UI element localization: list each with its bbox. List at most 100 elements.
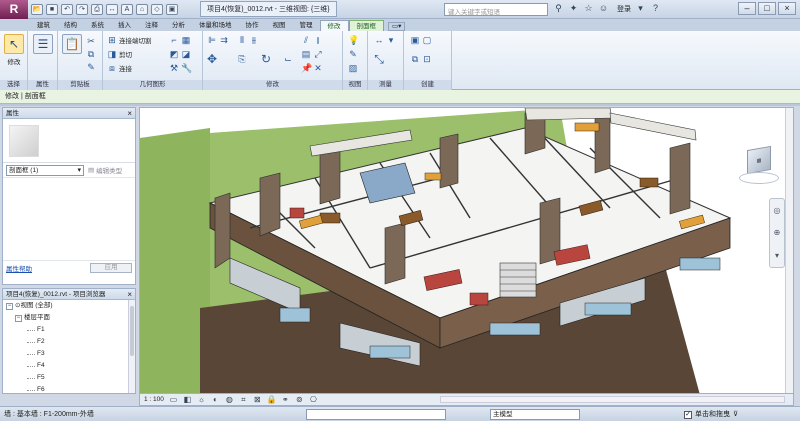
trim-button[interactable]: ⌙: [283, 53, 293, 64]
tab-modify[interactable]: 修改: [319, 20, 349, 31]
match-button[interactable]: ✎: [86, 61, 96, 72]
apply-button[interactable]: 应用: [90, 263, 132, 273]
favorites-icon[interactable]: ☆: [583, 3, 594, 14]
render-icon[interactable]: ◍: [225, 395, 234, 404]
search-input[interactable]: 键入关键字或短语: [444, 3, 548, 16]
minimize-button[interactable]: –: [738, 2, 756, 15]
dimension-button[interactable]: ⤡: [374, 53, 384, 65]
override-button[interactable]: ✎: [348, 48, 358, 59]
geometry-tool-3[interactable]: ⚒ 🔧: [169, 62, 192, 73]
tab-structure[interactable]: 结构: [57, 20, 84, 31]
login-label[interactable]: 登录: [617, 4, 631, 14]
browser-scrollbar[interactable]: [128, 300, 135, 393]
mirror-button[interactable]: ⫴ ⫵: [237, 34, 259, 45]
edit-type-button[interactable]: ▤ 编辑类型: [88, 165, 122, 175]
array-button[interactable]: ▤ ⤢: [301, 48, 323, 59]
geometry-tool-1[interactable]: ⌐ ▦: [169, 34, 191, 45]
tab-analyze[interactable]: 分析: [165, 20, 192, 31]
ribbon-toggle-button[interactable]: ▭▾: [388, 22, 406, 31]
undo-icon[interactable]: ↶: [61, 3, 73, 15]
help-icon[interactable]: ?: [650, 3, 661, 14]
model-selector[interactable]: 主模型: [490, 409, 580, 420]
rotate-button[interactable]: ↻: [261, 53, 271, 65]
user-icon[interactable]: ☺: [598, 3, 609, 14]
tree-item-f4[interactable]: F4: [3, 360, 135, 372]
tab-massing-site[interactable]: 体量和场地: [192, 20, 239, 31]
copy-modify-button[interactable]: ⎘: [237, 53, 247, 64]
hide-button[interactable]: 💡: [348, 34, 359, 45]
create-parts-button[interactable]: ⧉ ⊡: [410, 53, 432, 64]
create-group-button[interactable]: ▣ ▢: [410, 34, 432, 45]
save-icon[interactable]: ■: [46, 3, 58, 15]
tree-item-f2[interactable]: F2: [3, 336, 135, 348]
view-scale[interactable]: 1 : 100: [144, 396, 164, 403]
measure-icon[interactable]: ↔: [106, 3, 118, 15]
zoom-icon[interactable]: ⊕: [774, 228, 781, 237]
paste-button[interactable]: 📋: [61, 34, 83, 54]
collapse-icon[interactable]: −: [15, 314, 22, 322]
tab-collaborate[interactable]: 协作: [239, 20, 266, 31]
modify-button[interactable]: ↖ 修改: [3, 34, 25, 66]
shadows-icon[interactable]: ◐: [211, 395, 220, 404]
tab-section-box[interactable]: 剖面框: [348, 20, 384, 31]
tree-item-f6[interactable]: F6: [3, 384, 135, 393]
tree-root[interactable]: − ⊙ 视图 (全部): [3, 300, 135, 312]
reveal-hidden-icon[interactable]: ⊚: [295, 395, 304, 404]
3d-view-icon[interactable]: ⌂: [136, 3, 148, 15]
chevron-down-icon[interactable]: ▾: [775, 251, 779, 260]
close-button[interactable]: ×: [778, 2, 796, 15]
sun-path-icon[interactable]: ☼: [197, 395, 206, 404]
split-button[interactable]: ⫽ ⫾: [301, 34, 323, 45]
tree-floor-plans[interactable]: − 楼层平面: [3, 312, 135, 324]
pin-button[interactable]: 📌 ✕: [301, 62, 323, 73]
collapse-icon[interactable]: −: [6, 302, 13, 310]
building-model[interactable]: [140, 108, 794, 394]
measure-button[interactable]: ↔ ▾: [374, 34, 396, 45]
move-button[interactable]: ✥: [207, 53, 217, 65]
properties-help-link[interactable]: 属性帮助: [6, 263, 32, 273]
scrollbar-thumb[interactable]: [130, 306, 134, 356]
geometry-tool-2[interactable]: ◩ ◪: [169, 48, 191, 59]
tab-manage[interactable]: 管理: [293, 20, 320, 31]
detail-level-icon[interactable]: ▭: [169, 395, 178, 404]
type-selector[interactable]: 剖面框 (1): [6, 164, 84, 176]
click-drag-checkbox[interactable]: ✓: [684, 410, 692, 419]
close-icon[interactable]: ×: [127, 289, 132, 300]
tab-annotate[interactable]: 注释: [138, 20, 165, 31]
3d-view-canvas[interactable]: × ▩ ◎ ⊕ ▾: [139, 107, 794, 394]
cut-clip-button[interactable]: ✂: [86, 35, 96, 46]
join-cut-button[interactable]: ⊞ 连接端切割: [107, 34, 151, 45]
subscription-icon[interactable]: ✦: [568, 3, 579, 14]
tab-view[interactable]: 视图: [266, 20, 293, 31]
steering-wheel-icon[interactable]: ◎: [774, 206, 781, 215]
binoculars-icon[interactable]: ⚲: [553, 3, 564, 14]
connect-button[interactable]: ⧈ 连接: [107, 62, 132, 73]
hide-isolate-icon[interactable]: ⚭: [281, 395, 290, 404]
viewcube-compass[interactable]: [739, 172, 779, 184]
show-crop-icon[interactable]: ⊠: [253, 395, 262, 404]
section-icon[interactable]: ◇: [151, 3, 163, 15]
view-scrollbar[interactable]: [785, 108, 793, 393]
close-icon[interactable]: ×: [127, 108, 132, 119]
lock-view-icon[interactable]: 🔒: [267, 395, 277, 404]
analytical-model-icon[interactable]: ⎔: [309, 395, 318, 404]
filter-icon[interactable]: ⊽: [733, 407, 738, 421]
open-icon[interactable]: 📂: [31, 3, 43, 15]
tree-item-f5[interactable]: F5: [3, 372, 135, 384]
tree-item-f3[interactable]: F3: [3, 348, 135, 360]
tab-insert[interactable]: 插入: [111, 20, 138, 31]
redo-icon[interactable]: ↷: [76, 3, 88, 15]
maximize-button[interactable]: □: [758, 2, 776, 15]
close-hidden-icon[interactable]: ▣: [166, 3, 178, 15]
visual-style-icon[interactable]: ◧: [183, 395, 192, 404]
tab-systems[interactable]: 系统: [84, 20, 111, 31]
application-menu-button[interactable]: R: [0, 0, 28, 19]
print-icon[interactable]: ⎙: [91, 3, 103, 15]
text-icon[interactable]: A: [121, 3, 133, 15]
horizontal-scrollbar[interactable]: [440, 396, 785, 403]
properties-button[interactable]: ☰: [32, 34, 54, 54]
tab-architecture[interactable]: 建筑: [30, 20, 57, 31]
copy-button[interactable]: ⧉: [86, 48, 96, 59]
tree-item-f1[interactable]: F1: [3, 324, 135, 336]
align-button[interactable]: ⊫ ⇉: [207, 34, 229, 45]
